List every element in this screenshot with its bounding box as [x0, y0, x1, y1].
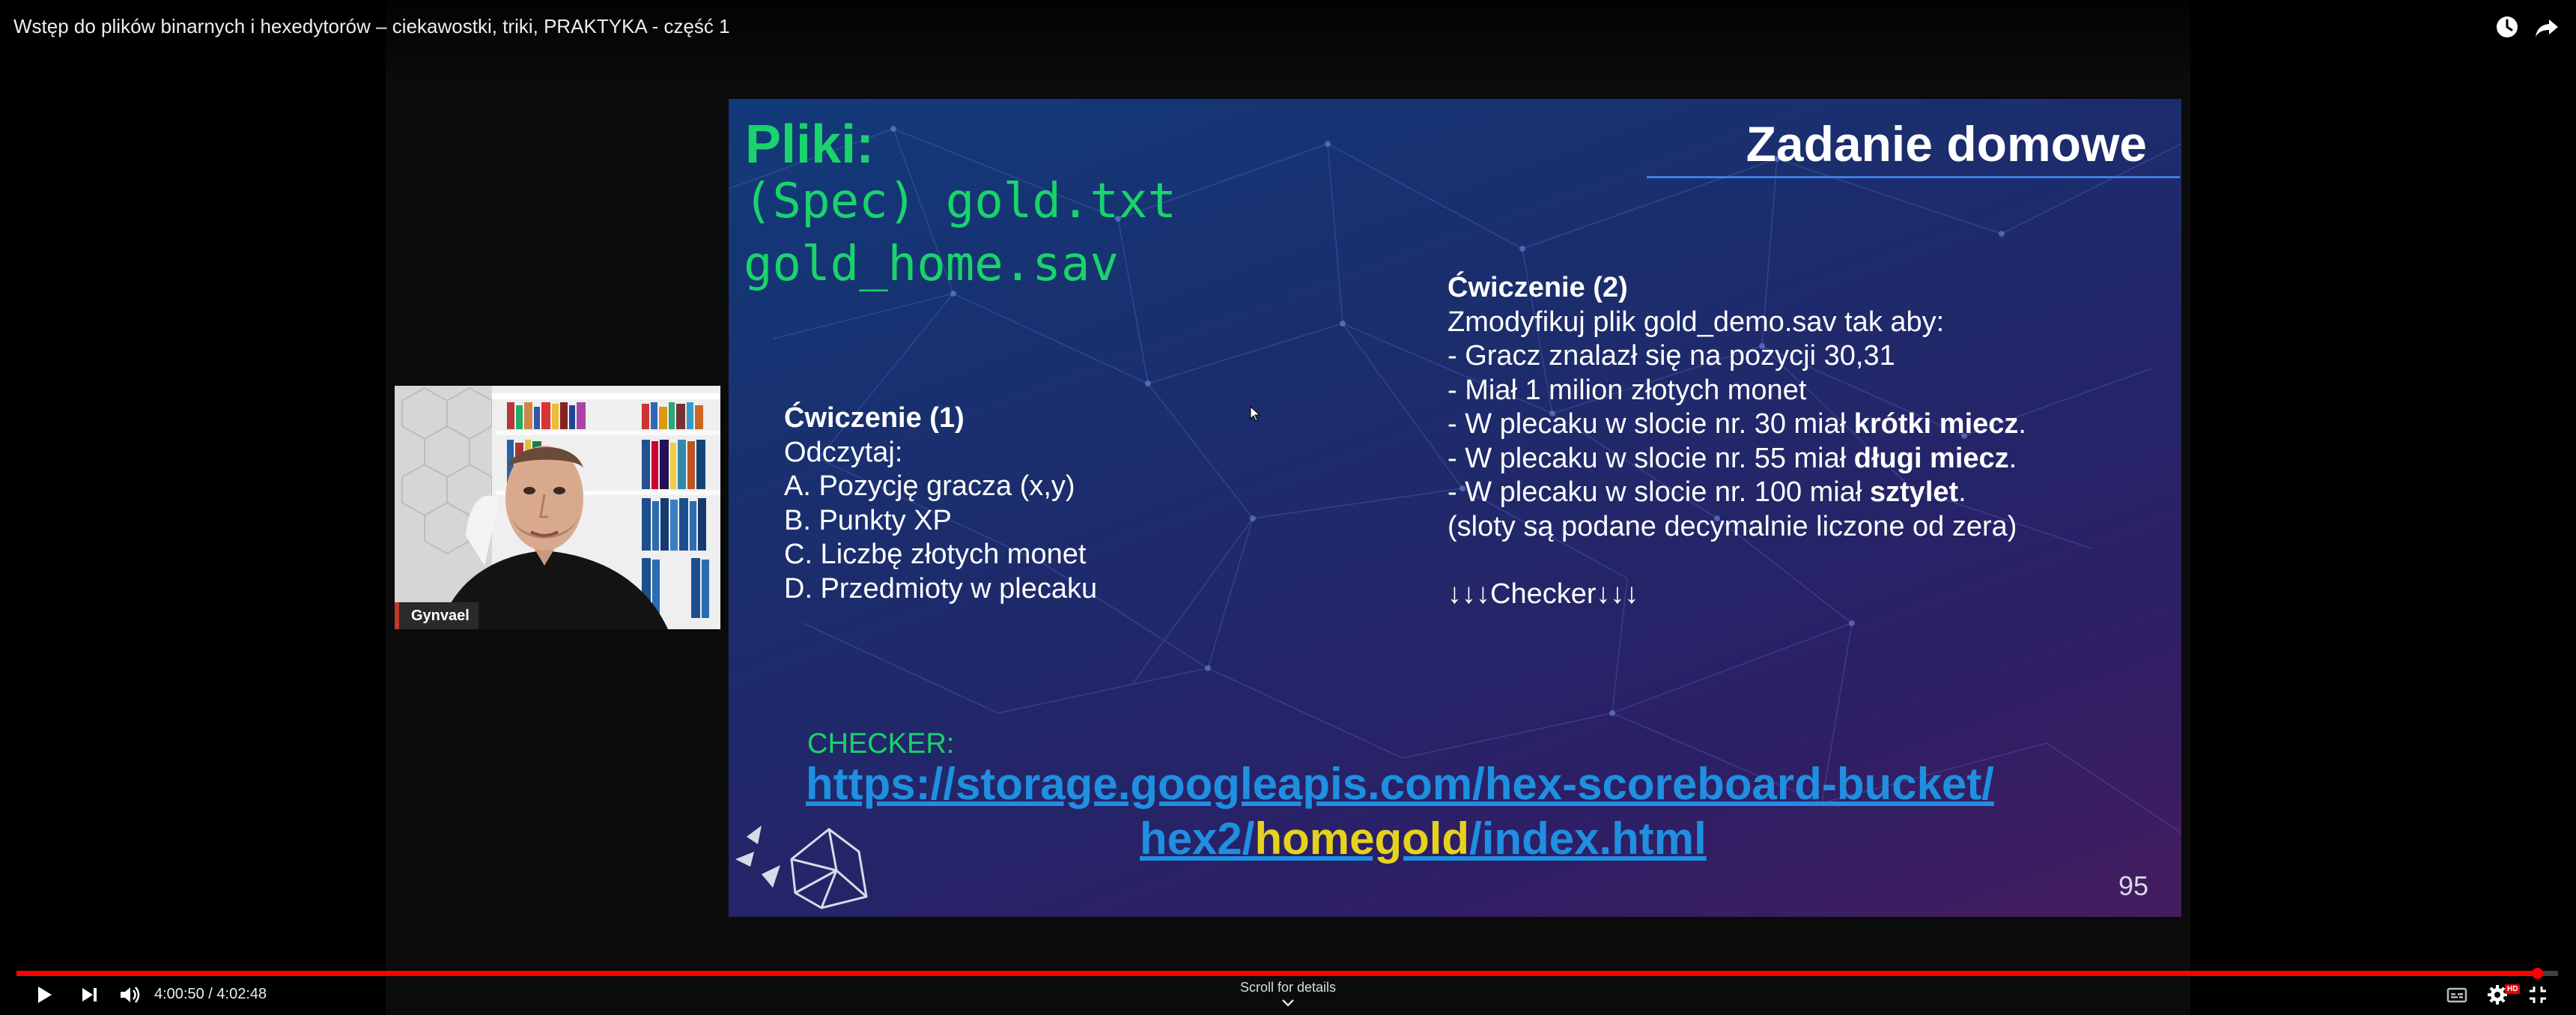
presentation-slide: Zadanie domowe Pliki: (Spec) gold.txt go… — [729, 99, 2181, 917]
progress-scrubber[interactable] — [2531, 968, 2543, 979]
exercise-1-title: Ćwiczenie (1) — [784, 402, 965, 434]
video-title[interactable]: Wstęp do plików binarnych i hexedytorów … — [13, 15, 730, 38]
presenter-name-label: Gynvael — [395, 602, 479, 629]
exercise-2-line: - Gracz znalazł się na pozycji 30,31 — [1448, 340, 1895, 372]
checker-url-line-2: hex2/homegold/index.html — [1140, 813, 1707, 864]
exercise-1-line: C. Liczbę złotych monet — [784, 539, 1087, 570]
exercise-1-block: Ćwiczenie (1) Odczytaj: A. Pozycję gracz… — [784, 402, 1097, 606]
checker-label: CHECKER: — [807, 728, 955, 760]
exercise-1-line: A. Pozycję gracza (x,y) — [784, 470, 1075, 502]
volume-icon[interactable] — [117, 982, 142, 1011]
subtitles-icon[interactable] — [2444, 982, 2470, 1011]
slide-title: Zadanie domowe — [1746, 116, 2147, 172]
slide-number: 95 — [2118, 870, 2148, 901]
scroll-for-details[interactable]: Scroll for details — [1198, 980, 1378, 996]
top-bar — [0, 0, 2576, 82]
duration: 4:02:48 — [216, 986, 267, 1002]
exercise-2-line: - W plecaku w slocie nr. 100 miał sztyle… — [1448, 476, 1966, 508]
files-heading: Pliki: — [745, 115, 875, 175]
exercise-2-title: Ćwiczenie (2) — [1448, 272, 1628, 303]
watch-later-icon[interactable] — [2494, 13, 2521, 40]
file-name-save: gold_home.sav — [744, 237, 1119, 292]
next-icon[interactable] — [76, 982, 102, 1011]
presenter-video — [395, 386, 720, 629]
webcam-overlay: Gynvael — [395, 386, 720, 629]
url-highlight: homegold — [1254, 813, 1470, 864]
time-display: 4:00:50 / 4:02:48 — [154, 986, 267, 1002]
play-icon[interactable] — [31, 982, 57, 1011]
checker-arrows: ↓↓↓Checker↓↓↓ — [1448, 578, 1639, 610]
exercise-1-line: D. Przedmioty w plecaku — [784, 572, 1098, 605]
exercise-1-line: B. Punkty XP — [784, 504, 952, 536]
item-name-bold: sztylet — [1869, 476, 1959, 508]
exit-fullscreen-icon[interactable] — [2525, 982, 2551, 1011]
checker-url-line-1: https://storage.googleapis.com/hex-score… — [806, 759, 1994, 809]
current-time: 4:00:50 — [154, 986, 204, 1002]
item-name-bold: krótki miecz — [1853, 408, 2019, 440]
mouse-cursor-icon — [1250, 406, 1261, 422]
title-underline — [1647, 176, 2180, 178]
exercise-1-line: Odczytaj: — [784, 436, 903, 468]
hd-badge: HD — [2505, 984, 2521, 994]
video-player[interactable]: Wstęp do plików binarnych i hexedytorów … — [0, 0, 2576, 1015]
chevron-down-icon[interactable] — [1280, 998, 1296, 1008]
file-name-spec: (Spec) gold.txt — [744, 174, 1176, 229]
exercise-2-block: Ćwiczenie (2) Zmodyfikuj plik gold_demo.… — [1448, 271, 2026, 612]
exercise-2-line: (sloty są podane decymalnie liczone od z… — [1448, 510, 2017, 542]
exercise-2-line: - Miał 1 milion złotych monet — [1448, 374, 1807, 406]
exercise-2-line: - W plecaku w slocie nr. 55 miał długi m… — [1448, 442, 2017, 474]
progress-bar[interactable] — [16, 968, 2558, 979]
item-name-bold: długi miecz — [1853, 442, 2009, 474]
exercise-2-line: - W plecaku w slocie nr. 30 miał krótki … — [1448, 408, 2026, 440]
progress-played — [16, 971, 2537, 976]
share-icon[interactable] — [2533, 13, 2560, 40]
dragon-logo-icon — [735, 825, 868, 909]
exercise-2-line: Zmodyfikuj plik gold_demo.sav tak aby: — [1448, 306, 1945, 338]
